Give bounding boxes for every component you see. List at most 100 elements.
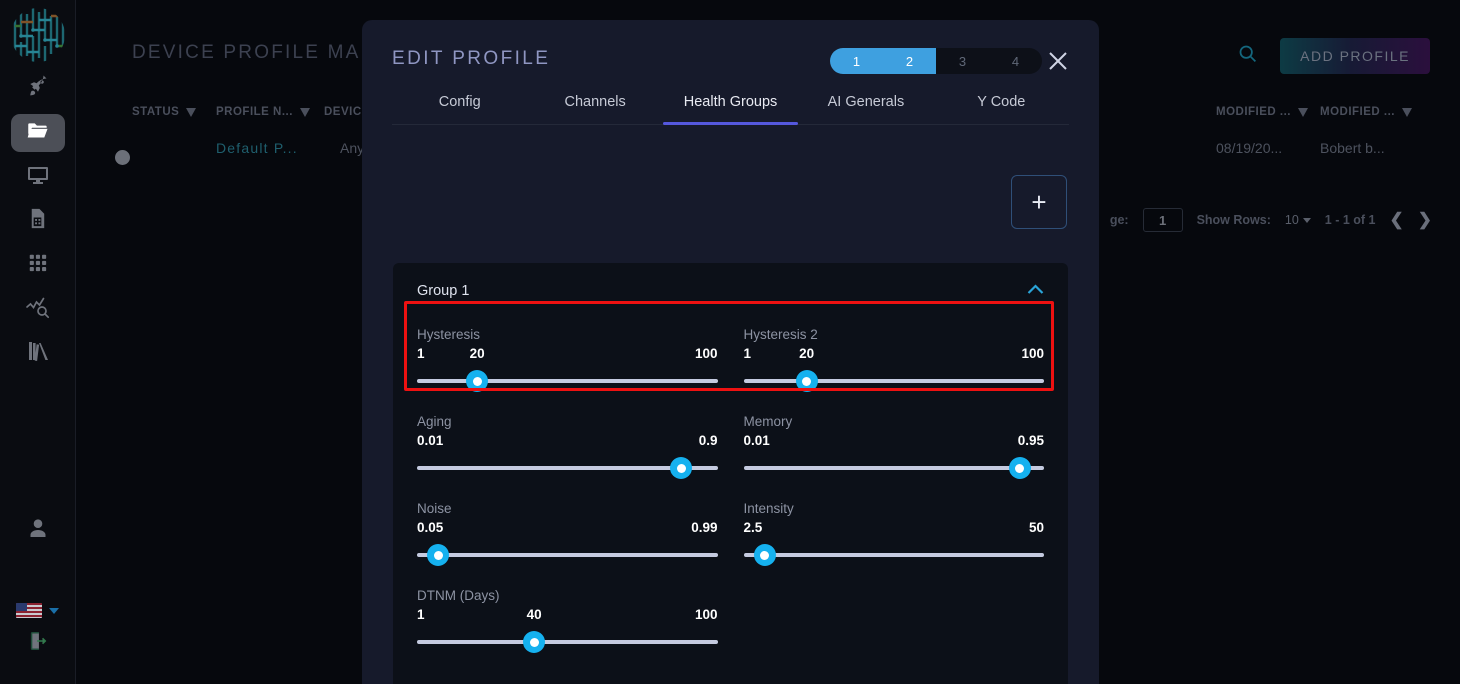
filter-icon[interactable] xyxy=(299,107,310,117)
slider-track[interactable] xyxy=(417,640,718,644)
language-selector[interactable] xyxy=(16,603,59,618)
slider-label: Hysteresis xyxy=(417,327,481,342)
slider-track[interactable] xyxy=(417,379,718,383)
health-group-panel: Group 1 Hysteresis 1 20 100 Hysteresis 2 1 20 1… xyxy=(393,263,1068,684)
rocket-icon xyxy=(26,75,50,104)
chevron-left-icon[interactable]: ❮ xyxy=(1390,210,1404,230)
person-icon xyxy=(26,516,50,545)
group-header[interactable]: Group 1 xyxy=(393,263,1068,319)
close-icon[interactable] xyxy=(1045,48,1071,74)
tab-channels[interactable]: Channels xyxy=(527,82,662,124)
sidebar-item-analytics[interactable] xyxy=(11,290,65,328)
slider-values: 2.5 50 xyxy=(744,520,1045,540)
page-input[interactable]: 1 xyxy=(1142,208,1183,232)
sidebar-item-devices[interactable] xyxy=(11,158,65,196)
slider-values: 1 20 100 xyxy=(744,346,1045,366)
tab-config[interactable]: Config xyxy=(392,82,527,124)
slider-track-wrap[interactable] xyxy=(417,631,718,653)
slider-label: DTNM (Days) xyxy=(417,588,500,603)
slider-track[interactable] xyxy=(743,553,1044,557)
add-profile-button[interactable]: ADD PROFILE xyxy=(1280,38,1430,74)
grid-icon xyxy=(27,252,49,279)
column-profile-name[interactable]: PROFILE N... xyxy=(216,106,324,118)
slider-grid: Hysteresis 1 20 100 Hysteresis 2 1 20 100 Aging 0… xyxy=(393,319,1068,684)
slider-thumb[interactable] xyxy=(795,370,818,392)
slider-noise: Noise 0.05 0.99 xyxy=(417,493,718,580)
slider-thumb[interactable] xyxy=(670,457,693,479)
slider-label: Memory xyxy=(743,414,793,429)
slider-thumb[interactable] xyxy=(427,544,450,566)
page-label: ge: xyxy=(1109,213,1129,227)
tab-ai-generals[interactable]: AI Generals xyxy=(798,82,933,124)
search-icon[interactable] xyxy=(1237,43,1258,69)
slider-track-wrap[interactable] xyxy=(743,544,1044,566)
modal-header: EDIT PROFILE 1 2 3 4 Config Channels Hea… xyxy=(362,20,1099,142)
slider-track-wrap[interactable] xyxy=(743,370,1044,392)
sidebar-item-profiles[interactable] xyxy=(10,114,65,152)
slider-track[interactable] xyxy=(743,379,1044,383)
chevron-right-icon[interactable]: ❯ xyxy=(1418,210,1432,230)
slider-track-wrap[interactable] xyxy=(743,457,1044,479)
slider-min-value: 2.5 xyxy=(743,520,763,535)
slider-thumb[interactable] xyxy=(466,370,489,392)
sidebar-item-launch[interactable] xyxy=(11,70,65,108)
modal-title: EDIT PROFILE xyxy=(392,48,551,69)
tab-health-groups[interactable]: Health Groups xyxy=(662,82,799,125)
library-icon xyxy=(26,339,50,368)
group-title: Group 1 xyxy=(417,283,470,299)
add-group-button[interactable]: + xyxy=(1011,175,1067,229)
filter-icon[interactable] xyxy=(186,107,197,117)
slider-track[interactable] xyxy=(743,466,1044,470)
slider-label: Intensity xyxy=(743,501,794,516)
slider-min-value: 1 xyxy=(743,346,752,361)
analytics-search-icon xyxy=(25,294,51,325)
column-status[interactable]: STATUS xyxy=(132,106,200,118)
slider-min-value: 1 xyxy=(417,346,425,361)
chevron-up-icon[interactable] xyxy=(1027,282,1044,300)
slider-thumb[interactable] xyxy=(753,544,776,566)
step-1[interactable]: 1 xyxy=(830,48,883,74)
column-modified-date[interactable]: MODIFIED ... xyxy=(1216,106,1320,118)
slider-label: Hysteresis 2 xyxy=(743,327,818,342)
slider-max-value: 0.95 xyxy=(1017,433,1044,448)
sidebar-item-logout[interactable] xyxy=(11,624,65,662)
slider-track[interactable] xyxy=(417,553,718,557)
slider-thumb[interactable] xyxy=(523,631,546,653)
sidebar-item-sim[interactable] xyxy=(11,202,65,240)
slider-dtnm-days: DTNM (Days) 1 40 100 xyxy=(417,580,718,667)
slider-current-value: 20 xyxy=(799,346,815,361)
filter-icon[interactable] xyxy=(1402,107,1412,117)
slider-label: Aging xyxy=(417,414,452,429)
pagination: ge: 1 Show Rows: 10 1 - 1 of 1 ❮ ❯ xyxy=(1110,208,1432,232)
slider-min-value: 1 xyxy=(417,607,425,622)
slider-thumb[interactable] xyxy=(1008,457,1031,479)
filter-icon[interactable] xyxy=(1298,107,1308,117)
step-2[interactable]: 2 xyxy=(883,48,936,74)
slider-max-value: 100 xyxy=(694,607,718,622)
slider-track-wrap[interactable] xyxy=(417,457,718,479)
show-rows-label: Show Rows: xyxy=(1196,213,1271,227)
slider-track-wrap[interactable] xyxy=(417,544,718,566)
step-3[interactable]: 3 xyxy=(936,48,989,74)
column-modified-by[interactable]: MODIFIED ... xyxy=(1320,106,1432,118)
slider-hysteresis-2: Hysteresis 2 1 20 100 xyxy=(743,319,1045,406)
modal-tabs: Config Channels Health Groups AI General… xyxy=(392,82,1069,125)
tab-y-code[interactable]: Y Code xyxy=(934,82,1069,124)
page-range: 1 - 1 of 1 xyxy=(1324,213,1376,227)
step-indicator: 1 2 3 4 xyxy=(830,48,1042,74)
rows-per-page-select[interactable]: 10 xyxy=(1285,213,1311,227)
sidebar-item-library[interactable] xyxy=(11,334,65,372)
slider-current-value: 20 xyxy=(469,346,485,361)
sidebar xyxy=(0,0,76,684)
slider-current-value: 40 xyxy=(526,607,542,622)
chevron-down-icon xyxy=(49,607,59,614)
page-title: DEVICE PROFILE MAN... xyxy=(132,42,399,63)
cell-profile-name[interactable]: Default P... xyxy=(216,140,340,156)
sidebar-item-apps[interactable] xyxy=(11,246,65,284)
slider-max-value: 0.99 xyxy=(691,520,718,535)
step-4[interactable]: 4 xyxy=(989,48,1042,74)
slider-track-wrap[interactable] xyxy=(417,370,718,392)
slider-label: Noise xyxy=(417,501,452,516)
toggle-knob xyxy=(115,150,130,165)
sidebar-item-account[interactable] xyxy=(11,511,65,549)
